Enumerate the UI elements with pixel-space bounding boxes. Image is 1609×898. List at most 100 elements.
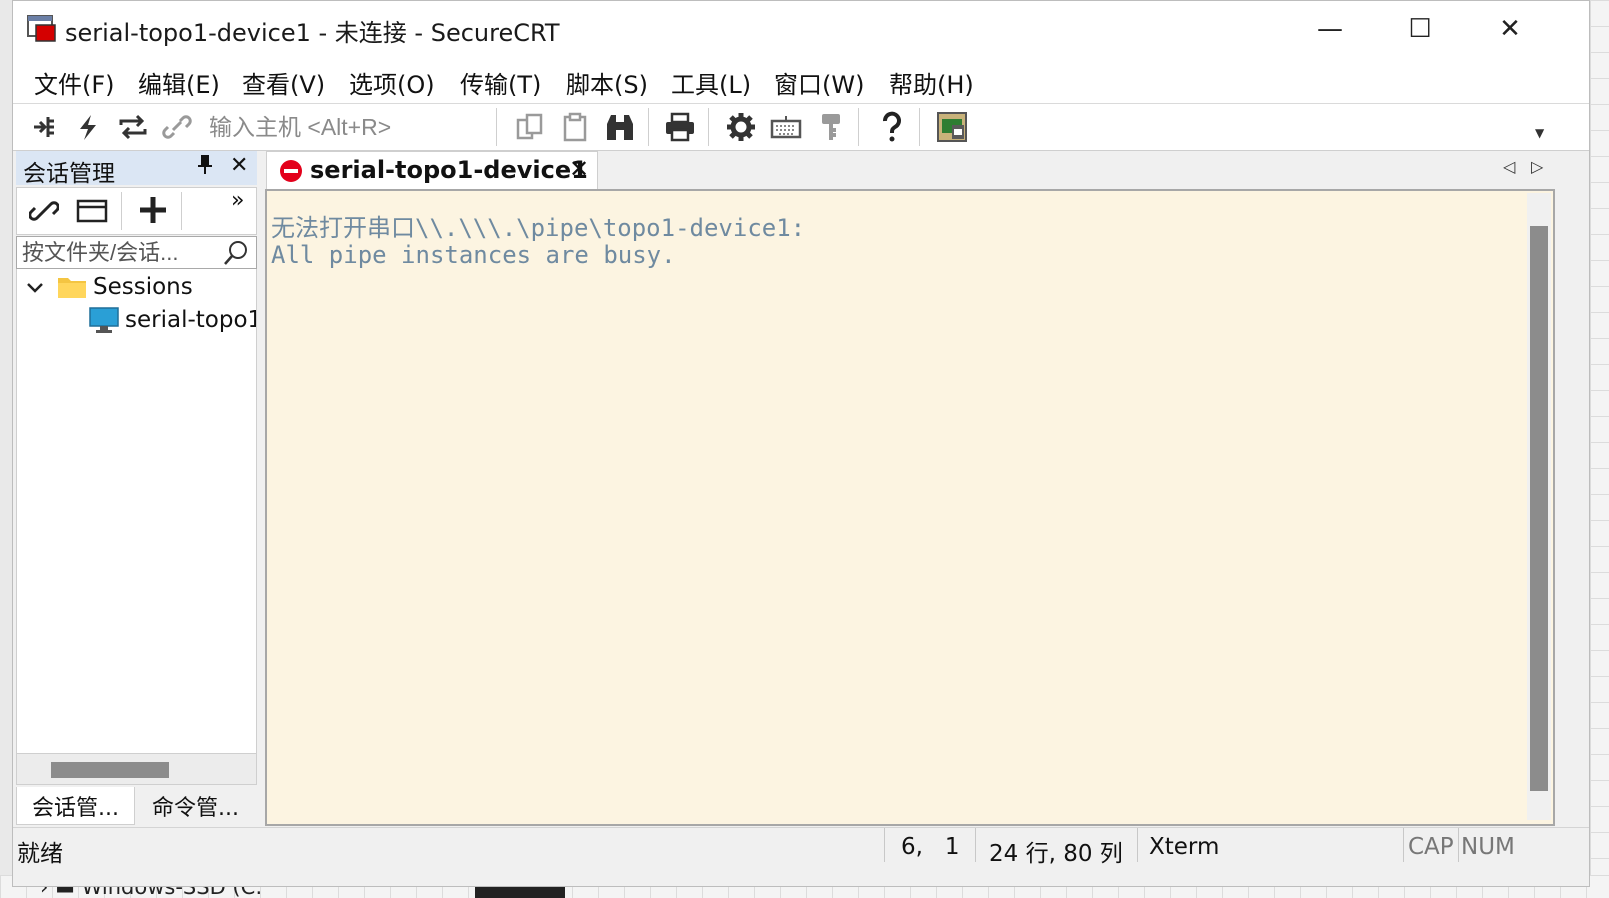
menu-options[interactable]: 选项(O) bbox=[349, 65, 435, 100]
more-icon[interactable]: » bbox=[231, 188, 244, 213]
close-icon: ✕ bbox=[1499, 14, 1521, 44]
main-toolbar: ▼ bbox=[13, 104, 1589, 151]
session-panel-title: 会话管理 bbox=[23, 161, 115, 187]
plus-icon bbox=[140, 197, 166, 223]
menu-file[interactable]: 文件(F) bbox=[34, 65, 115, 100]
status-bar: 就绪 6, 1 24 行, 80 列 Xterm CAP NUM bbox=[13, 827, 1589, 886]
new-tab-session-button[interactable] bbox=[76, 198, 108, 228]
gear-icon bbox=[727, 113, 755, 141]
status-separator bbox=[1458, 828, 1459, 862]
folder-icon bbox=[58, 278, 86, 298]
tree-folder-sessions[interactable]: Sessions bbox=[25, 271, 193, 303]
menu-help[interactable]: 帮助(H) bbox=[889, 65, 974, 100]
menu-transfer[interactable]: 传输(T) bbox=[460, 65, 541, 100]
tree-folder-label: Sessions bbox=[93, 274, 193, 300]
maximize-button[interactable]: ☐ bbox=[1396, 9, 1444, 49]
title-bar[interactable]: serial-topo1-device1 - 未连接 - SecureCRT —… bbox=[13, 1, 1589, 57]
session-tree-horizontal-scrollbar[interactable] bbox=[16, 753, 257, 785]
reconnect-button[interactable] bbox=[116, 110, 150, 144]
window-icon bbox=[76, 199, 108, 223]
sftp-icon bbox=[937, 112, 967, 142]
terminal-line: All pipe instances are busy. bbox=[271, 241, 676, 269]
tab-scroll-left-icon[interactable]: ◁ bbox=[1503, 157, 1515, 176]
status-cursor-position: 6, 1 bbox=[901, 834, 960, 860]
disconnect-button[interactable] bbox=[160, 110, 194, 144]
status-caps-lock: CAP bbox=[1408, 834, 1454, 860]
terminal-output: 无法打开串口\\.\\\.\pipe\topo1-device1: All pip… bbox=[271, 215, 805, 269]
securecrt-app-icon bbox=[27, 15, 56, 42]
menu-window[interactable]: 窗口(W) bbox=[774, 65, 864, 100]
key-icon bbox=[822, 114, 840, 140]
menu-view[interactable]: 查看(V) bbox=[242, 65, 325, 100]
menu-script[interactable]: 脚本(S) bbox=[566, 65, 648, 100]
copy-button[interactable] bbox=[513, 110, 547, 144]
vertical-scroll-thumb[interactable] bbox=[1530, 226, 1548, 791]
terminal-line: 无法打开串口\\.\\\.\pipe\topo1-device1: bbox=[271, 214, 806, 242]
securecrt-window: serial-topo1-device1 - 未连接 - SecureCRT —… bbox=[12, 0, 1590, 887]
status-terminal-size: 24 行, 80 列 bbox=[989, 841, 1123, 867]
quick-connect-icon bbox=[80, 115, 96, 140]
copy-icon bbox=[516, 113, 543, 140]
status-separator bbox=[1137, 828, 1138, 862]
chevron-down-icon bbox=[27, 283, 43, 293]
desktop-background-right bbox=[1590, 0, 1609, 898]
link-icon bbox=[28, 201, 60, 221]
session-filter bbox=[16, 236, 257, 269]
status-ready-text: 就绪 bbox=[17, 841, 63, 867]
toolbar-overflow-icon[interactable]: ▼ bbox=[1535, 126, 1544, 140]
help-icon bbox=[883, 111, 901, 142]
panel-toolbar-separator bbox=[121, 192, 122, 230]
minimize-button[interactable]: — bbox=[1306, 9, 1354, 49]
host-input[interactable] bbox=[203, 110, 500, 144]
toolbar-separator bbox=[648, 108, 649, 146]
session-tab-close-icon[interactable]: ✕ bbox=[569, 155, 589, 183]
tree-session-label: serial-topo1 bbox=[125, 307, 257, 333]
terminal-view[interactable]: 无法打开串口\\.\\\.\pipe\topo1-device1: All pip… bbox=[265, 189, 1555, 826]
session-tab-label: serial-topo1-device1 bbox=[310, 156, 588, 184]
panel-tab-sessions[interactable]: 会话管... bbox=[16, 787, 135, 825]
horizontal-scroll-thumb[interactable] bbox=[51, 762, 169, 778]
close-button[interactable]: ✕ bbox=[1486, 9, 1534, 49]
panel-tabs: 会话管... 命令管... bbox=[16, 787, 257, 826]
search-icon[interactable] bbox=[222, 239, 250, 271]
maximize-icon: ☐ bbox=[1408, 14, 1432, 44]
paste-icon bbox=[563, 112, 587, 142]
paste-button[interactable] bbox=[558, 110, 592, 144]
key-agent-button[interactable] bbox=[814, 110, 848, 144]
menu-tools[interactable]: 工具(L) bbox=[671, 65, 751, 100]
connect-in-tab-button[interactable] bbox=[27, 110, 61, 144]
status-emulation: Xterm bbox=[1149, 834, 1220, 860]
connect-session-button[interactable] bbox=[28, 196, 60, 230]
session-options-button[interactable] bbox=[724, 110, 758, 144]
pin-icon[interactable] bbox=[196, 153, 214, 181]
session-filter-input[interactable] bbox=[20, 238, 219, 268]
tree-session-item[interactable]: serial-topo1 bbox=[89, 304, 257, 336]
menu-edit[interactable]: 编辑(E) bbox=[138, 65, 220, 100]
find-button[interactable] bbox=[603, 110, 637, 144]
panel-close-icon[interactable]: ✕ bbox=[230, 153, 248, 178]
new-session-button[interactable] bbox=[137, 194, 169, 230]
print-icon bbox=[666, 112, 694, 142]
toolbar-separator bbox=[919, 108, 920, 146]
quick-connect-button[interactable] bbox=[71, 110, 105, 144]
session-tab[interactable]: serial-topo1-device1 ✕ bbox=[266, 151, 598, 189]
session-tab-strip: serial-topo1-device1 ✕ bbox=[262, 151, 1555, 189]
status-num-lock: NUM bbox=[1461, 834, 1515, 860]
terminal-vertical-scrollbar[interactable] bbox=[1527, 193, 1551, 820]
sftp-button[interactable] bbox=[935, 110, 969, 144]
tab-scroll-right-icon[interactable]: ▷ bbox=[1531, 157, 1543, 176]
status-separator bbox=[975, 828, 976, 862]
binoculars-icon bbox=[607, 115, 633, 140]
help-button[interactable] bbox=[875, 110, 909, 144]
toolbar-separator bbox=[858, 108, 859, 146]
monitor-icon bbox=[89, 307, 119, 333]
toolbar-separator bbox=[496, 108, 497, 146]
keymap-button[interactable] bbox=[769, 110, 803, 144]
panel-tab-commands[interactable]: 命令管... bbox=[136, 787, 255, 825]
session-tree: Sessions serial-topo1 bbox=[16, 269, 257, 753]
print-button[interactable] bbox=[663, 110, 697, 144]
session-panel-header: 会话管理 ✕ bbox=[16, 151, 257, 187]
panel-toolbar-separator bbox=[181, 192, 182, 230]
minimize-icon: — bbox=[1317, 14, 1343, 44]
session-panel-toolbar: » bbox=[16, 187, 257, 235]
